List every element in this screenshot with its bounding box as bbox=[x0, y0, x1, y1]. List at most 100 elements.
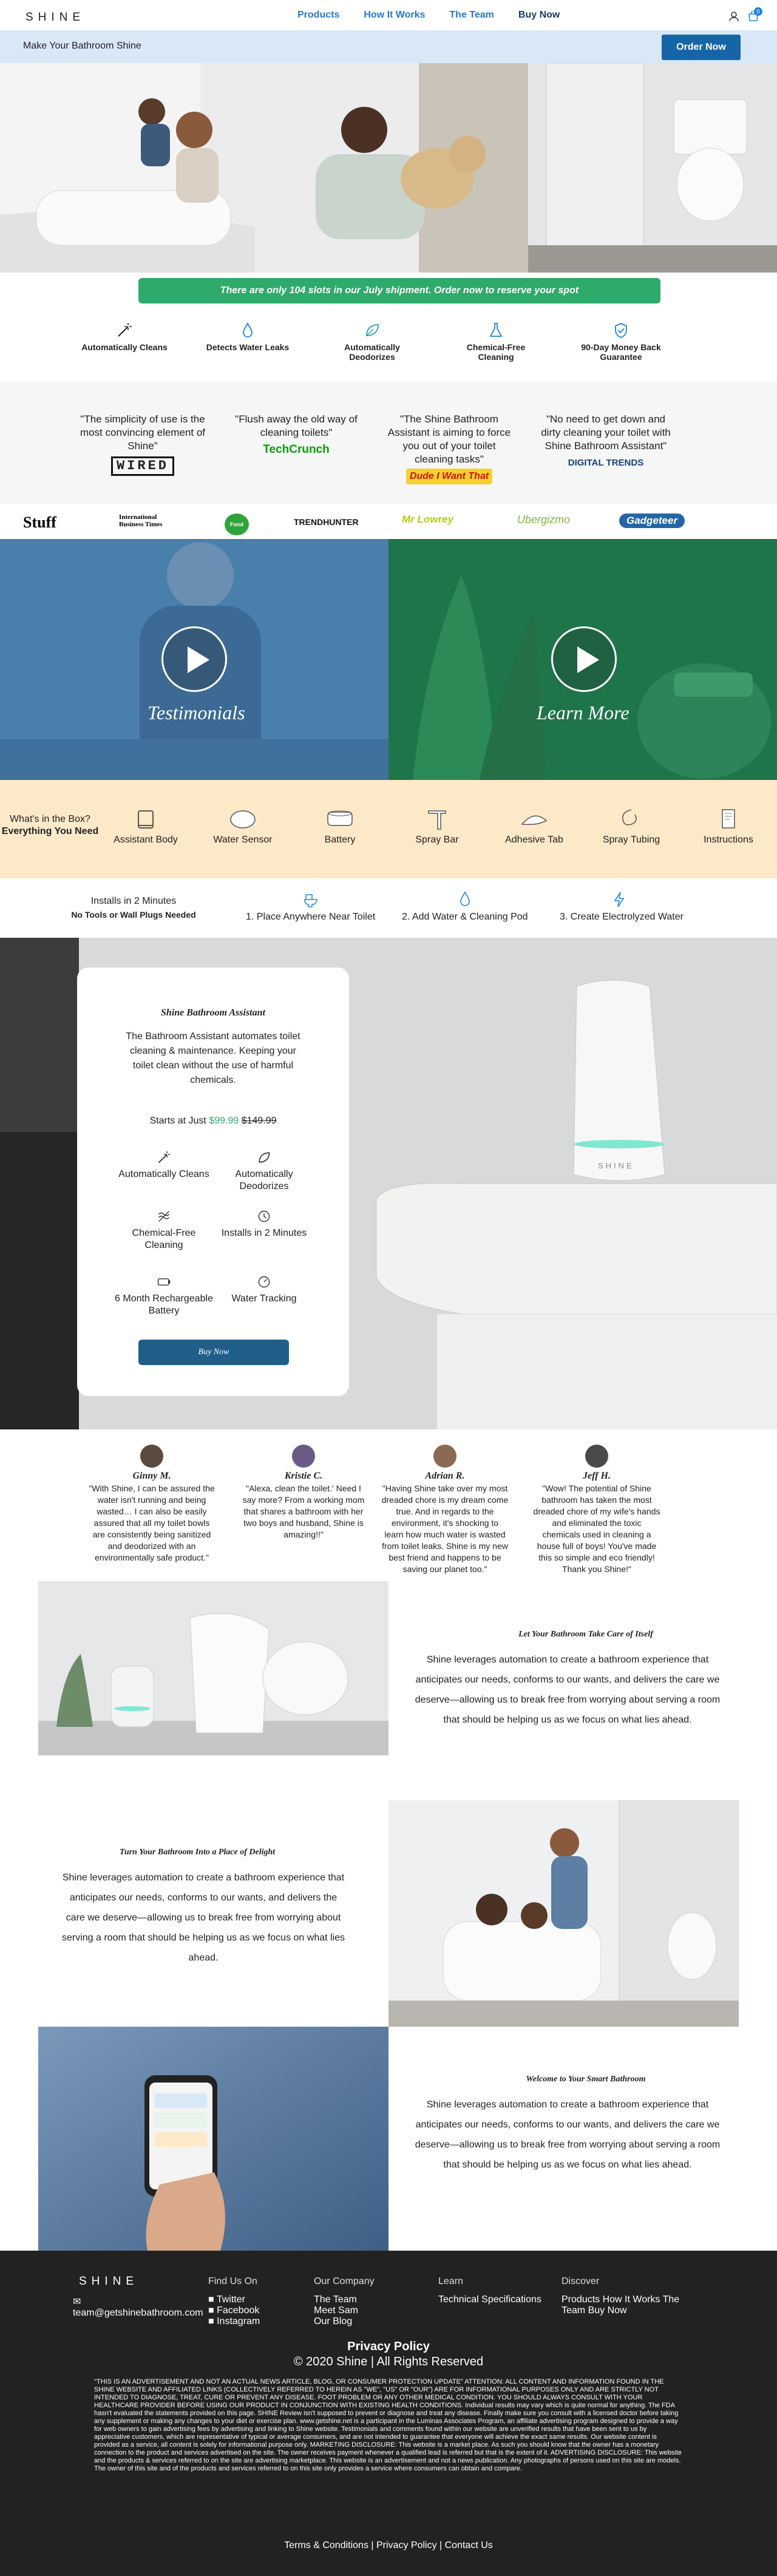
cart-icon[interactable]: 0 bbox=[748, 7, 762, 25]
avatar bbox=[585, 1445, 608, 1468]
buy-now-button[interactable]: Buy Now bbox=[138, 1340, 289, 1365]
wired-logo[interactable]: WIRED bbox=[110, 456, 174, 476]
sub-header-bar: Make Your Bathroom Shine bbox=[0, 30, 777, 63]
footer-copyright: © 2020 Shine | All Rights Reserved bbox=[293, 2355, 484, 2368]
shield-check-icon bbox=[615, 323, 627, 338]
digital-trends-logo[interactable]: DIGITAL TRENDS bbox=[568, 456, 643, 470]
footer-email[interactable]: ✉ team@getshinebathroom.com bbox=[73, 2296, 203, 2319]
product-feature-label: Automatically Deodorizes bbox=[235, 1169, 293, 1191]
testimonial-card: Kristie C. "Alexa, clean the toilet.' Ne… bbox=[240, 1445, 367, 1541]
testimonial-name: Kristie C. bbox=[284, 1471, 323, 1481]
trendhunter-logo[interactable]: TRENDHUNTER bbox=[294, 517, 359, 527]
nav-how-it-works[interactable]: How It Works bbox=[364, 10, 425, 21]
box-item-label: Adhesive Tab bbox=[505, 835, 563, 845]
promo-banner[interactable]: There are only 104 slots in our July shi… bbox=[138, 278, 660, 303]
nav-products[interactable]: Products bbox=[297, 10, 339, 21]
product-feature: 6 Month Rechargeable Battery bbox=[112, 1275, 215, 1317]
chemical-free-icon bbox=[158, 1210, 170, 1222]
stuff-logo[interactable]: Stuff bbox=[23, 514, 56, 532]
footer-link-meet-sam[interactable]: Meet Sam bbox=[314, 2305, 358, 2316]
quote-text: "No need to get down and dirty cleaning … bbox=[541, 413, 671, 452]
mr-lowrey-logo[interactable]: Mr Lowrey bbox=[402, 514, 453, 526]
feature-label: Automatically Deodorizes bbox=[344, 342, 400, 362]
footer-discover-links[interactable]: Products How It Works The Team Buy Now bbox=[562, 2294, 695, 2316]
footer-link-terms[interactable]: Terms & Conditions bbox=[284, 2540, 368, 2551]
feature-chemical-free-cleaning: Chemical-Free Cleaning bbox=[450, 322, 541, 362]
story-image-phone bbox=[38, 2027, 388, 2251]
instagram-icon: ■ bbox=[208, 2316, 217, 2327]
cart-count-badge: 0 bbox=[754, 7, 762, 16]
wand-icon bbox=[158, 1151, 171, 1164]
account-icon[interactable] bbox=[728, 11, 739, 25]
footer-link-our-blog[interactable]: Our Blog bbox=[314, 2316, 358, 2327]
story-title: Let Your Bathroom Take Care of Itself bbox=[518, 1630, 653, 1639]
avatar bbox=[292, 1445, 315, 1468]
feature-label: 90-Day Money Back Guarantee bbox=[581, 342, 661, 362]
techcrunch-logo[interactable]: TechCrunch bbox=[263, 443, 329, 456]
flask-icon bbox=[489, 323, 503, 337]
assistant-body-icon bbox=[138, 810, 154, 829]
testimonial-name: Ginny M. bbox=[132, 1471, 171, 1481]
quote-text: "The Shine Bathroom Assistant is aiming … bbox=[387, 413, 511, 465]
footer-link-the-team[interactable]: The Team bbox=[314, 2294, 358, 2305]
testimonial-card: Ginny M. "With Shine, I can be assured t… bbox=[88, 1445, 215, 1564]
play-icon[interactable] bbox=[161, 626, 227, 692]
lightning-icon bbox=[613, 891, 625, 911]
footer-email-text[interactable]: team@getshinebathroom.com bbox=[73, 2308, 203, 2318]
footer-link-technical-specifications[interactable]: Technical Specifications bbox=[438, 2294, 541, 2305]
footer-heading-learn: Learn bbox=[438, 2276, 463, 2286]
device-logo: SHINE bbox=[598, 1161, 634, 1170]
wand-icon bbox=[118, 323, 132, 337]
story-body: Shine leverages automation to create a b… bbox=[415, 2100, 721, 2170]
box-item-label: Instructions bbox=[704, 835, 753, 845]
testimonial-text: "Having Shine take over my most dreaded … bbox=[381, 1483, 509, 1574]
ubergizmo-logo[interactable]: Ubergizmo bbox=[517, 514, 570, 526]
testimonial-text: "With Shine, I can be assured the water … bbox=[89, 1483, 215, 1562]
box-item-label: Battery bbox=[324, 835, 356, 845]
clock-icon bbox=[258, 1210, 270, 1222]
press-quote: "No need to get down and dirty cleaning … bbox=[539, 413, 673, 470]
feature-label: Automatically Cleans bbox=[81, 342, 168, 352]
testimonial-card: Jeff H. "Wow! The potential of Shine bat… bbox=[533, 1445, 660, 1575]
learn-more-video-tile[interactable]: Learn More bbox=[388, 539, 777, 780]
footer-link-contact[interactable]: Contact Us bbox=[445, 2540, 493, 2551]
email-icon: ✉ bbox=[73, 2297, 81, 2307]
press-quote: "The Shine Bathroom Assistant is aiming … bbox=[382, 413, 516, 484]
testimonials-video-tile[interactable]: Testimonials bbox=[0, 539, 388, 780]
footer-privacy-heading[interactable]: Privacy Policy bbox=[0, 2340, 777, 2354]
box-heading-line1: What's in the Box? bbox=[10, 814, 90, 824]
gadgeteer-logo[interactable]: Gadgeteer bbox=[619, 514, 685, 528]
box-item-label: Spray Tubing bbox=[602, 835, 660, 845]
header-icons: 0 bbox=[728, 7, 762, 25]
spray-tubing-icon bbox=[622, 809, 637, 825]
site-logo[interactable]: SHINE bbox=[25, 11, 85, 24]
battery-icon bbox=[327, 810, 353, 826]
avatar bbox=[433, 1445, 456, 1468]
footer-company-links: The Team Meet Sam Our Blog bbox=[314, 2294, 358, 2327]
testimonial-text: "Wow! The potential of Shine bathroom ha… bbox=[533, 1483, 660, 1574]
dude-i-want-that-logo[interactable]: Dude I Want That bbox=[405, 469, 493, 484]
footer-find-us-links: ■ Twitter ■ Facebook ■ Instagram bbox=[208, 2294, 260, 2327]
nav-buy-now[interactable]: Buy Now bbox=[518, 10, 560, 21]
order-now-button[interactable]: Order Now bbox=[662, 35, 741, 60]
footer-link-privacy[interactable]: Privacy Policy bbox=[376, 2540, 437, 2551]
price-prefix: Starts at Just bbox=[149, 1116, 206, 1126]
play-icon[interactable] bbox=[551, 626, 617, 692]
product-feature: Water Tracking bbox=[219, 1275, 310, 1305]
footer-logo[interactable]: SHINE bbox=[79, 2275, 138, 2288]
testimonial-name: Adrian R. bbox=[425, 1471, 465, 1481]
nav-the-team[interactable]: The Team bbox=[449, 10, 494, 21]
footer-disclaimer: "THIS IS AN ADVERTISEMENT AND NOT AN ACT… bbox=[94, 2378, 682, 2472]
gauge-icon bbox=[258, 1276, 270, 1288]
footer-link-instagram[interactable]: ■ Instagram bbox=[208, 2316, 260, 2327]
box-item: Water Sensor bbox=[200, 807, 285, 846]
box-heading: What's in the Box? Everything You Need bbox=[0, 813, 100, 838]
product-feature: Installs in 2 Minutes bbox=[215, 1209, 313, 1239]
food-network-logo[interactable]: Food Network bbox=[225, 514, 249, 535]
ibtimes-logo[interactable]: International Business Times bbox=[119, 514, 180, 528]
footer-link-facebook[interactable]: ■ Facebook bbox=[208, 2305, 260, 2316]
footer-link-twitter[interactable]: ■ Twitter bbox=[208, 2294, 260, 2305]
box-heading-line2: Everything You Need bbox=[1, 826, 99, 836]
install-step-3: 3. Create Electrolyzed Water bbox=[560, 912, 684, 922]
story-title: Welcome to Your Smart Bathroom bbox=[526, 2075, 646, 2084]
